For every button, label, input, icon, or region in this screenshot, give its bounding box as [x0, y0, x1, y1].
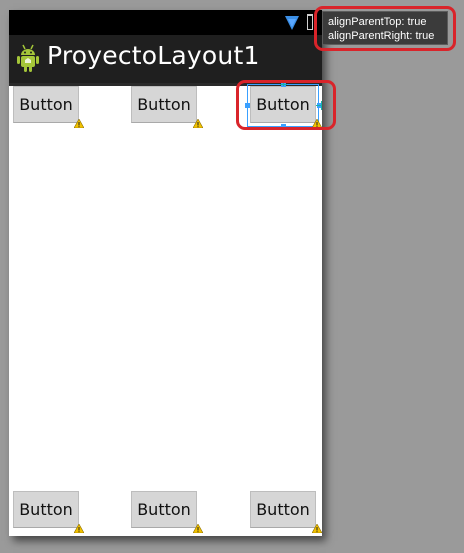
layout-canvas [9, 86, 322, 536]
button-bottom-left[interactable]: Button [13, 491, 79, 528]
button-bottom-center[interactable]: Button [131, 491, 197, 528]
button-top-center[interactable]: Button [131, 86, 197, 123]
android-robot-icon [17, 44, 39, 72]
button-bottom-right[interactable]: Button [250, 491, 316, 528]
status-bar [9, 10, 322, 35]
button-top-left[interactable]: Button [13, 86, 79, 123]
battery-icon [307, 14, 313, 30]
warning-icon [312, 524, 322, 533]
wifi-signal-icon [285, 16, 299, 30]
warning-icon [74, 524, 84, 533]
highlight-tooltip [314, 6, 456, 51]
action-bar: ProyectoLayout1 [9, 35, 322, 86]
highlight-selected-button [236, 80, 336, 130]
warning-icon [193, 119, 203, 128]
app-title: ProyectoLayout1 [47, 41, 260, 70]
warning-icon [193, 524, 203, 533]
warning-icon [74, 119, 84, 128]
